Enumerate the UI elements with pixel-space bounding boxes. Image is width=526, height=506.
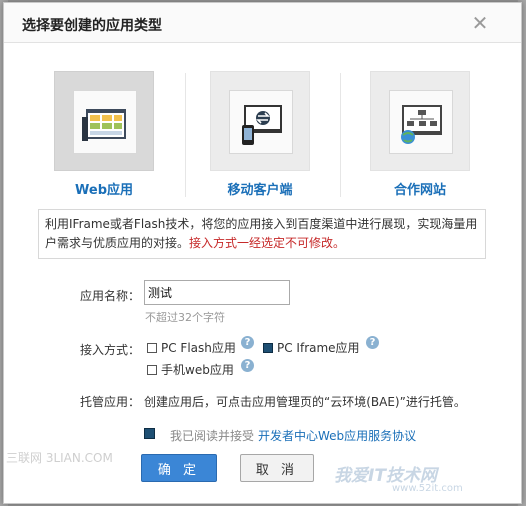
app-name-hint: 不超过32个字符 xyxy=(145,311,225,324)
app-type-web[interactable]: Web应用 xyxy=(48,69,160,209)
option-pc-flash[interactable]: PC Flash应用 xyxy=(147,339,236,356)
option-label: PC Iframe应用 xyxy=(277,341,360,355)
app-type-tile xyxy=(370,71,470,171)
confirm-button[interactable]: 确 定 xyxy=(141,454,217,482)
app-type-label: 合作网站 xyxy=(393,183,446,198)
app-type-partner[interactable]: 合作网站 xyxy=(364,69,476,209)
help-icon[interactable]: ? xyxy=(366,336,379,349)
pc-flash-checkbox[interactable] xyxy=(147,342,157,353)
mobile-client-icon xyxy=(229,90,293,154)
watermark-left: 三联网 3LIAN.COM xyxy=(6,451,113,465)
app-name-input[interactable] xyxy=(144,280,290,305)
help-icon[interactable]: ? xyxy=(241,359,254,372)
option-mobile-web[interactable]: 手机web应用 xyxy=(147,361,234,378)
description-warning: 接入方式一经选定不可修改。 xyxy=(189,236,346,250)
app-type-label: 移动客户端 xyxy=(227,183,293,198)
app-type-description: 利用IFrame或者Flash技术，将您的应用接入到百度渠道中进行展现，实现海量… xyxy=(38,209,486,259)
app-type-label: Web应用 xyxy=(75,183,133,198)
create-app-dialog: 选择要创建的应用类型 ✕ Web应用 移动客户端 合作网站 利用IFrame或者… xyxy=(3,2,522,504)
access-method-label: 接入方式： xyxy=(80,343,141,357)
option-label: PC Flash应用 xyxy=(161,341,236,355)
app-type-mobile[interactable]: 移动客户端 xyxy=(204,69,316,209)
app-type-tile xyxy=(54,71,154,171)
hosting-label: 托管应用： xyxy=(80,395,141,409)
divider xyxy=(340,73,341,197)
mobile-web-checkbox[interactable] xyxy=(147,364,157,375)
app-name-label: 应用名称： xyxy=(80,289,141,303)
option-label: 手机web应用 xyxy=(161,363,234,377)
dialog-titlebar: 选择要创建的应用类型 ✕ xyxy=(4,3,521,43)
agreement-link[interactable]: 开发者中心Web应用服务协议 xyxy=(258,427,416,444)
help-icon[interactable]: ? xyxy=(241,336,254,349)
watermark-right-url: www.52it.com xyxy=(392,483,463,494)
pc-iframe-checkbox[interactable] xyxy=(263,342,273,353)
app-type-selector: Web应用 移动客户端 合作网站 xyxy=(42,69,482,209)
app-type-tile xyxy=(210,71,310,171)
agreement-checkbox[interactable] xyxy=(144,428,155,439)
option-pc-iframe[interactable]: PC Iframe应用 xyxy=(263,339,360,356)
partner-site-icon xyxy=(389,90,453,154)
dialog-title: 选择要创建的应用类型 xyxy=(22,18,162,34)
divider xyxy=(185,73,186,197)
agreement-text: 我已阅读并接受 xyxy=(170,429,255,443)
cancel-button[interactable]: 取 消 xyxy=(240,454,314,482)
hosting-text: 创建应用后，可点击应用管理页的“云环境(BAE)”进行托管。 xyxy=(144,395,466,409)
web-app-icon xyxy=(73,90,137,154)
close-icon[interactable]: ✕ xyxy=(469,12,491,34)
